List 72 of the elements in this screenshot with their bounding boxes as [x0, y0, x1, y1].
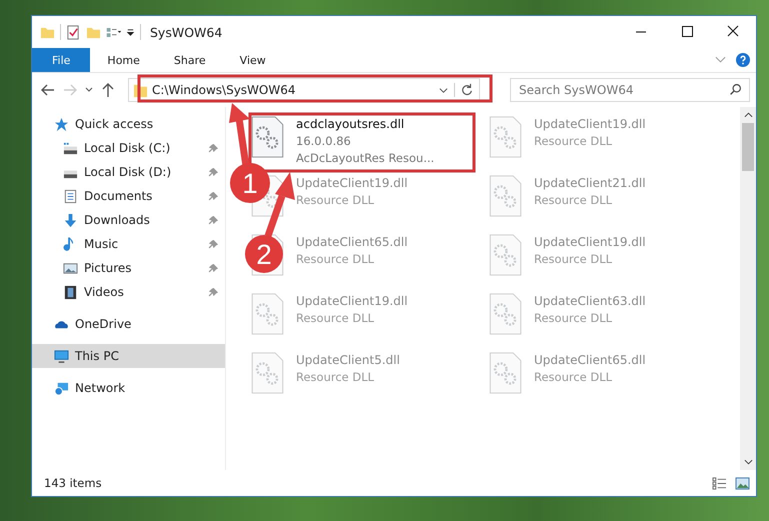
- checkmark-icon[interactable]: [66, 24, 81, 40]
- pin-icon[interactable]: [208, 166, 219, 178]
- window-title: SysWOW64: [150, 24, 222, 40]
- folder-icon: [133, 82, 148, 98]
- sidebar-item[interactable]: Pictures: [32, 256, 225, 280]
- drive-icon: [63, 140, 78, 156]
- item-count: 143 items: [44, 476, 102, 490]
- pointer-arrow: [229, 103, 250, 166]
- pin-icon[interactable]: [208, 262, 219, 274]
- sidebar-item[interactable]: Videos: [32, 280, 225, 304]
- network-icon: [54, 380, 69, 396]
- sidebar-item[interactable]: Music: [32, 232, 225, 256]
- dll-file-icon: [489, 352, 522, 394]
- scrollbar-thumb[interactable]: [742, 123, 754, 171]
- chevron-down-icon[interactable]: [439, 86, 448, 94]
- numbered-callout: 1: [230, 163, 270, 203]
- pointer-arrow: [264, 172, 295, 238]
- file-name[interactable]: acdclayoutsres.dll: [296, 116, 434, 133]
- pin-icon[interactable]: [208, 190, 219, 202]
- dll-file-icon: [251, 352, 284, 394]
- large-icons-view-icon[interactable]: [735, 476, 750, 490]
- dll-file-icon: [251, 293, 284, 335]
- star-icon: [54, 116, 69, 132]
- file-description: Resource DLL: [534, 192, 614, 209]
- file-description: Resource DLL: [296, 369, 376, 386]
- file-description: Resource DLL: [296, 192, 376, 209]
- back-arrow-icon[interactable]: [40, 82, 56, 98]
- address-field[interactable]: C:\Windows\SysWOW64: [128, 78, 480, 102]
- dll-file-icon: [489, 234, 522, 276]
- pin-icon[interactable]: [208, 142, 219, 154]
- scroll-up-icon[interactable]: [744, 112, 752, 118]
- file-description: Resource DLL: [296, 310, 376, 327]
- ribbon-tab[interactable]: View: [222, 48, 283, 72]
- numbered-callout: 2: [245, 235, 283, 273]
- sidebar-item[interactable]: Quick access: [32, 112, 225, 136]
- ribbon-tab[interactable]: File: [32, 48, 90, 72]
- monitor-icon: [54, 348, 69, 364]
- download-arrow-icon: [63, 212, 78, 228]
- file-description: Resource DLL: [534, 310, 614, 327]
- sidebar-item[interactable]: This PC: [32, 344, 225, 368]
- dll-file-icon: [489, 116, 522, 158]
- sidebar-item[interactable]: Local Disk (D:): [32, 160, 225, 184]
- vertical-scrollbar[interactable]: [740, 107, 756, 470]
- film-strip-icon: [63, 284, 78, 300]
- dll-file-icon: [489, 175, 522, 217]
- file-description: Resource DLL: [534, 369, 614, 386]
- up-arrow-icon[interactable]: [100, 82, 116, 98]
- dropdown-icon[interactable]: [126, 28, 135, 36]
- file-description: AcDcLayoutRes Resou...: [296, 150, 434, 167]
- scroll-down-icon[interactable]: [744, 459, 752, 465]
- search-field[interactable]: Search SysWOW64: [510, 78, 750, 102]
- help-icon[interactable]: [736, 53, 750, 67]
- picture-icon: [63, 260, 78, 276]
- search-icon[interactable]: [729, 83, 742, 96]
- pin-icon[interactable]: [208, 286, 219, 298]
- file-description: Resource DLL: [534, 133, 614, 150]
- document-icon: [63, 188, 78, 204]
- sidebar-item[interactable]: Downloads: [32, 208, 225, 232]
- dll-file-icon: [489, 293, 522, 335]
- sidebar-item[interactable]: Documents: [32, 184, 225, 208]
- dll-file-icon: [251, 116, 284, 158]
- pin-icon[interactable]: [208, 238, 219, 250]
- file-version: 16.0.0.86: [296, 133, 352, 150]
- pin-icon[interactable]: [208, 214, 219, 226]
- ribbon-tab[interactable]: Share: [156, 48, 223, 72]
- sidebar-item[interactable]: Local Disk (C:): [32, 136, 225, 160]
- ribbon-tab[interactable]: Home: [90, 48, 157, 72]
- details-view-icon[interactable]: [712, 476, 727, 490]
- sidebar-item[interactable]: OneDrive: [32, 312, 225, 336]
- sidebar-item[interactable]: Network: [32, 376, 225, 400]
- file-description: Resource DLL: [296, 251, 376, 268]
- file-description: Resource DLL: [534, 251, 614, 268]
